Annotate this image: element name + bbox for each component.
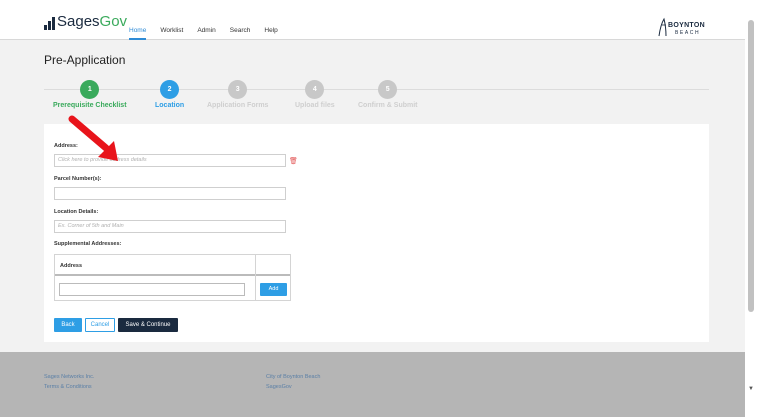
footer-link-sagesgov[interactable]: SagesGov <box>266 384 292 390</box>
page: SagesGov Home Worklist Admin Search Help… <box>0 0 768 417</box>
step-label: Prerequisite Checklist <box>53 102 127 109</box>
city-logo-line1: BOYNTON <box>668 22 705 29</box>
step-application-forms[interactable]: 3 Application Forms <box>207 80 268 109</box>
cancel-button[interactable]: Cancel <box>85 318 115 332</box>
step-label: Location <box>155 102 185 109</box>
footer-link-terms[interactable]: Terms & Conditions <box>44 384 92 390</box>
nav-worklist[interactable]: Worklist <box>160 27 183 34</box>
nav-help[interactable]: Help <box>264 27 277 34</box>
location-details-field[interactable]: Ex. Corner of 5th and Main <box>54 220 286 233</box>
footer: Sages Networks Inc. Terms & Conditions C… <box>0 352 745 417</box>
footer-link-city[interactable]: City of Boynton Beach <box>266 374 320 380</box>
save-continue-button[interactable]: Save & Continue <box>118 318 178 332</box>
step-label: Application Forms <box>207 102 269 109</box>
red-arrow-annotation <box>68 115 118 161</box>
top-header: SagesGov Home Worklist Admin Search Help… <box>0 0 745 40</box>
back-button[interactable]: Back <box>54 318 82 332</box>
step-prerequisite[interactable]: 1 Prerequisite Checklist <box>53 80 127 109</box>
trash-icon[interactable]: 🗑 <box>289 157 298 165</box>
step-upload-files[interactable]: 4 Upload files <box>295 80 335 109</box>
scrollbar-thumb[interactable] <box>748 20 754 312</box>
sagesgov-logo[interactable]: SagesGov <box>44 14 127 30</box>
city-logo: BOYNTON BEACH <box>657 17 709 37</box>
footer-link-sages-networks[interactable]: Sages Networks Inc. <box>44 374 94 380</box>
city-logo-line2: BEACH <box>675 30 701 36</box>
supplemental-address-input[interactable] <box>59 283 245 296</box>
step-confirm-submit[interactable]: 5 Confirm & Submit <box>358 80 418 109</box>
supplemental-addresses-table: Address Add <box>54 254 291 301</box>
nav-search[interactable]: Search <box>230 27 251 34</box>
scroll-down-icon[interactable]: ▼ <box>748 386 754 392</box>
step-number: 2 <box>160 80 180 99</box>
table-column-divider <box>255 255 256 300</box>
nav-admin[interactable]: Admin <box>197 27 215 34</box>
parcel-number-field[interactable] <box>54 187 286 200</box>
add-address-button[interactable]: Add <box>260 283 287 296</box>
step-number: 4 <box>305 80 325 99</box>
step-number: 5 <box>378 80 398 99</box>
nav-home[interactable]: Home <box>129 27 147 40</box>
supplemental-addresses-label: Supplemental Addresses: <box>54 241 122 247</box>
page-title: Pre-Application <box>44 53 126 67</box>
parcel-label: Parcel Number(s): <box>54 176 102 182</box>
main-nav: Home Worklist Admin Search Help <box>129 27 278 40</box>
location-details-label: Location Details: <box>54 209 99 215</box>
step-label: Confirm & Submit <box>358 102 418 109</box>
logo-bars-icon <box>44 17 55 30</box>
step-location[interactable]: 2 Location <box>155 80 184 109</box>
step-number: 1 <box>80 80 100 99</box>
logo-text-accent: Gov <box>99 13 128 30</box>
step-number: 3 <box>228 80 248 99</box>
step-label: Upload files <box>295 102 335 109</box>
logo-text: SagesGov <box>57 13 128 30</box>
